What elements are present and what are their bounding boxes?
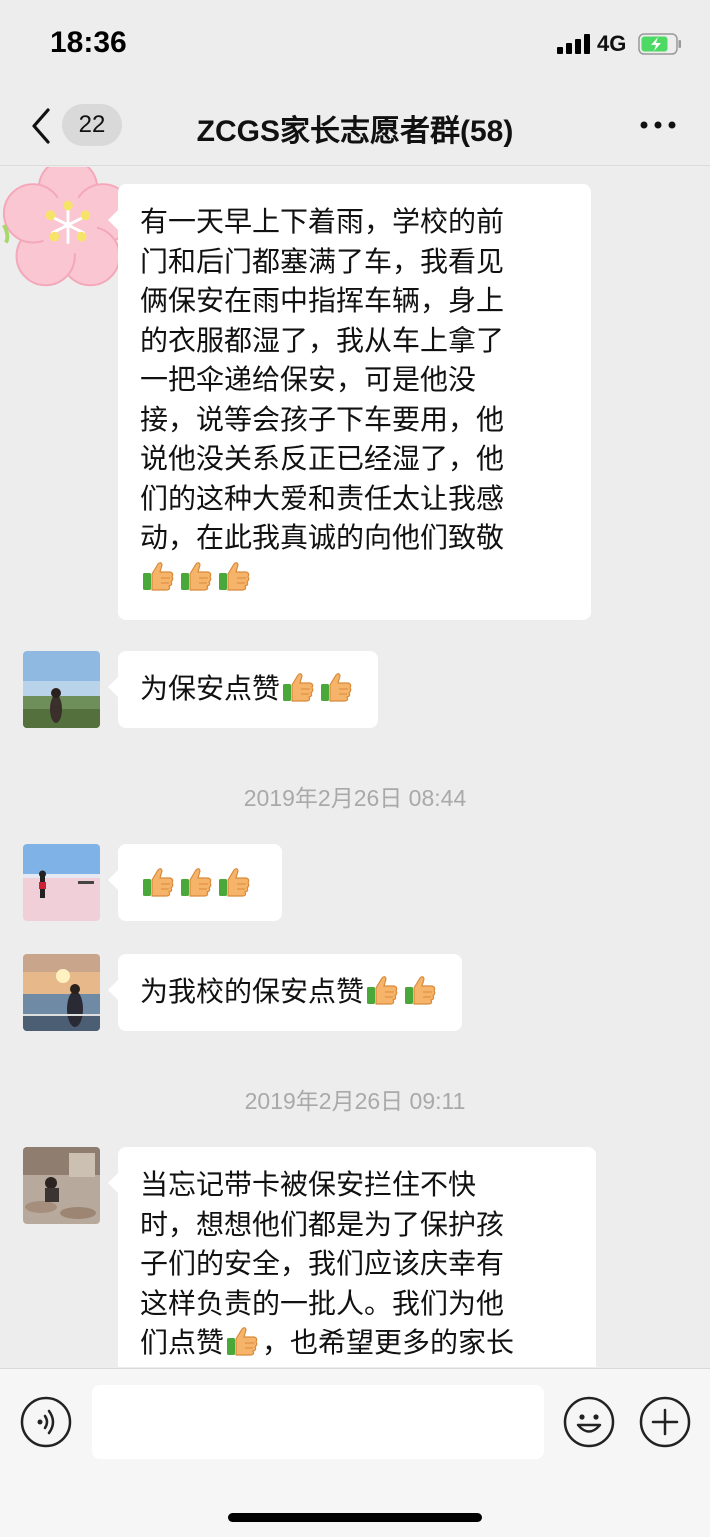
- message-input[interactable]: [92, 1385, 544, 1459]
- more-icon[interactable]: [638, 110, 678, 140]
- message-bubble[interactable]: [108, 844, 282, 921]
- message-text: 为我校的保安点赞: [140, 975, 365, 1008]
- avatar-sunset[interactable]: [23, 954, 100, 1031]
- emoji-row: [364, 975, 440, 1008]
- message-line: 门和后门都塞满了车，我看见: [140, 244, 505, 278]
- thumbs-up-icon: [181, 868, 212, 897]
- message-list[interactable]: 有一天早上下着雨，学校的前 门和后门都塞满了车，我看见 俩保安在雨中指挥车辆，身上的…: [0, 167, 710, 1367]
- status-time: 18:36: [50, 26, 127, 59]
- timestamp: 2019年2月26日 09:11: [244, 1088, 466, 1114]
- message-line: 们的这种大爱和责任太让我感: [140, 481, 505, 515]
- message-line: 子们的安全，我们应该庆幸有: [140, 1247, 505, 1280]
- message-line: 接，说等会孩子下车要用，他: [140, 402, 505, 436]
- thumbs-up-icon: [224, 1326, 262, 1359]
- battery-icon: [638, 33, 681, 55]
- thumbs-up-icon: [321, 673, 352, 702]
- timestamp: 2019年2月26日 08:44: [243, 785, 467, 811]
- home-indicator[interactable]: [228, 1513, 482, 1522]
- thumbs-up-icon: [219, 868, 250, 897]
- message-line: 有一天早上下着雨，学校的前: [140, 205, 505, 238]
- message-bubble[interactable]: 为保安点赞: [107, 651, 379, 728]
- message-text: 为保安点赞: [140, 672, 281, 705]
- message-line: 一把伞递给保安，可是他没: [140, 363, 477, 396]
- message-line: 时，想想他们都是为了保护孩: [140, 1207, 505, 1241]
- back-chevron-icon[interactable]: [26, 106, 56, 146]
- emoji-row: [140, 558, 569, 598]
- thumbs-up-icon: [283, 673, 314, 702]
- voice-icon[interactable]: [20, 1396, 72, 1448]
- emoji-icon[interactable]: [563, 1396, 615, 1448]
- message-text: 有一天早上下着雨，学校的前 门和后门都塞满了车，我看见 俩保安在雨中指挥车辆，身上的…: [140, 202, 569, 558]
- message-bubble[interactable]: 当忘记带卡被保安拦住不快 时，想想他们都是为了保护孩 子们的安全，我们应该庆幸有 这样…: [108, 1147, 596, 1367]
- message-text: 当忘记带卡被保安拦住不快 时，想想他们都是为了保护孩 子们的安全，我们应该庆幸有 这样…: [140, 1165, 574, 1323]
- message-text-last-line: 们点赞 ，也希望更多的家长: [140, 1323, 574, 1363]
- message-line: 说他没关系反正已经湿了，他: [140, 442, 505, 475]
- avatar-seaside[interactable]: [23, 651, 100, 728]
- chat-title: ZCGS家长志愿者群(58): [196, 115, 514, 148]
- thumbs-up-icon: [181, 561, 212, 591]
- input-bar: [0, 1368, 710, 1537]
- signal-icon: [557, 34, 591, 54]
- message-line: 动，在此我真诚的向他们致敬: [140, 521, 505, 554]
- message-bubble[interactable]: 有一天早上下着雨，学校的前 门和后门都塞满了车，我看见 俩保安在雨中指挥车辆，身上的…: [108, 184, 591, 620]
- thumbs-up-icon: [227, 1327, 258, 1356]
- avatar-pottery[interactable]: [23, 1147, 100, 1224]
- message-line: 的衣服都湿了，我从车上拿了: [140, 323, 505, 357]
- thumbs-up-icon: [367, 976, 398, 1005]
- avatar-salt-lake[interactable]: [23, 844, 100, 921]
- emoji-row: [280, 672, 356, 705]
- status-bar: 18:36 4G: [0, 0, 710, 90]
- network-type: 4G: [597, 31, 627, 56]
- thumbs-up-icon: [219, 561, 250, 591]
- message-line: 这样负责的一批人。我们为他: [140, 1286, 505, 1320]
- emoji-row: [140, 867, 254, 900]
- plus-icon[interactable]: [639, 1396, 691, 1448]
- chat-header: 22 ZCGS家长志愿者群(58): [0, 90, 710, 166]
- unread-count-badge[interactable]: 22: [62, 104, 122, 146]
- message-line: 俩保安在雨中指挥车辆，身上: [140, 284, 505, 317]
- thumbs-up-icon: [143, 561, 174, 591]
- thumbs-up-icon: [405, 976, 436, 1005]
- message-bubble[interactable]: 为我校的保安点赞: [107, 954, 463, 1031]
- message-line: 当忘记带卡被保安拦住不快: [140, 1168, 477, 1201]
- avatar-flower[interactable]: [0, 167, 136, 293]
- thumbs-up-icon: [143, 868, 174, 897]
